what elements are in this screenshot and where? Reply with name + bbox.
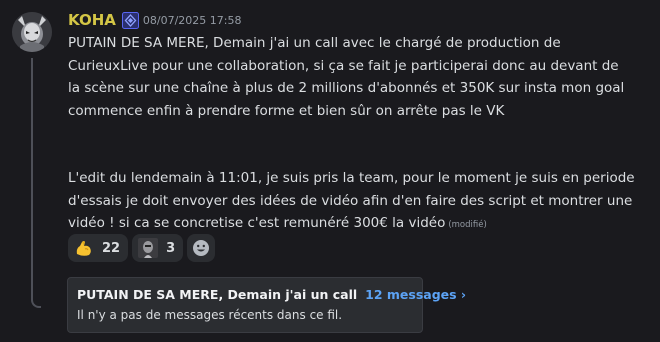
add-reaction-button[interactable]	[187, 234, 216, 262]
thread-message-count-link[interactable]: 12 messages ›	[365, 287, 466, 302]
server-booster-badge-icon[interactable]	[121, 11, 139, 29]
message-header: KOHA 08/07/2025 17:58	[68, 9, 241, 31]
message-paragraph: PUTAIN DE SA MERE, Demain j'ai un call a…	[68, 35, 625, 119]
avatar[interactable]	[12, 12, 52, 52]
chat-message: KOHA 08/07/2025 17:58 PUTAIN DE SA MERE,…	[0, 0, 660, 342]
reaction-count: 3	[166, 240, 176, 256]
message-content: PUTAIN DE SA MERE, Demain j'ai un call a…	[68, 32, 653, 237]
thread-subtitle: Il n'y a pas de messages récents dans ce…	[77, 308, 343, 322]
thread-preview[interactable]: PUTAIN DE SA MERE, Demain j'ai un call 1…	[67, 277, 466, 333]
flexed-biceps-icon	[74, 238, 94, 258]
reaction-count: 22	[102, 240, 121, 256]
message-paragraph: L'edit du lendemain à 11:01, je suis pri…	[68, 167, 653, 237]
message-paragraph-text: L'edit du lendemain à 11:01, je suis pri…	[68, 170, 635, 231]
thread-title[interactable]: PUTAIN DE SA MERE, Demain j'ai un call	[77, 287, 357, 302]
edited-label: (modifié)	[448, 220, 487, 230]
smiley-face-icon	[193, 240, 210, 256]
user-avatar-icon	[12, 12, 52, 52]
username[interactable]: KOHA	[68, 11, 116, 29]
thread-connector-line	[31, 58, 41, 308]
timestamp: 08/07/2025 17:58	[142, 13, 242, 27]
reactions-bar: 22 3	[68, 234, 216, 262]
reaction-flexed-biceps[interactable]: 22	[68, 234, 129, 262]
reaction-custom-face[interactable]: 3	[132, 234, 184, 262]
custom-face-emoji-icon	[138, 238, 159, 258]
thread-header: PUTAIN DE SA MERE, Demain j'ai un call 1…	[77, 287, 466, 302]
